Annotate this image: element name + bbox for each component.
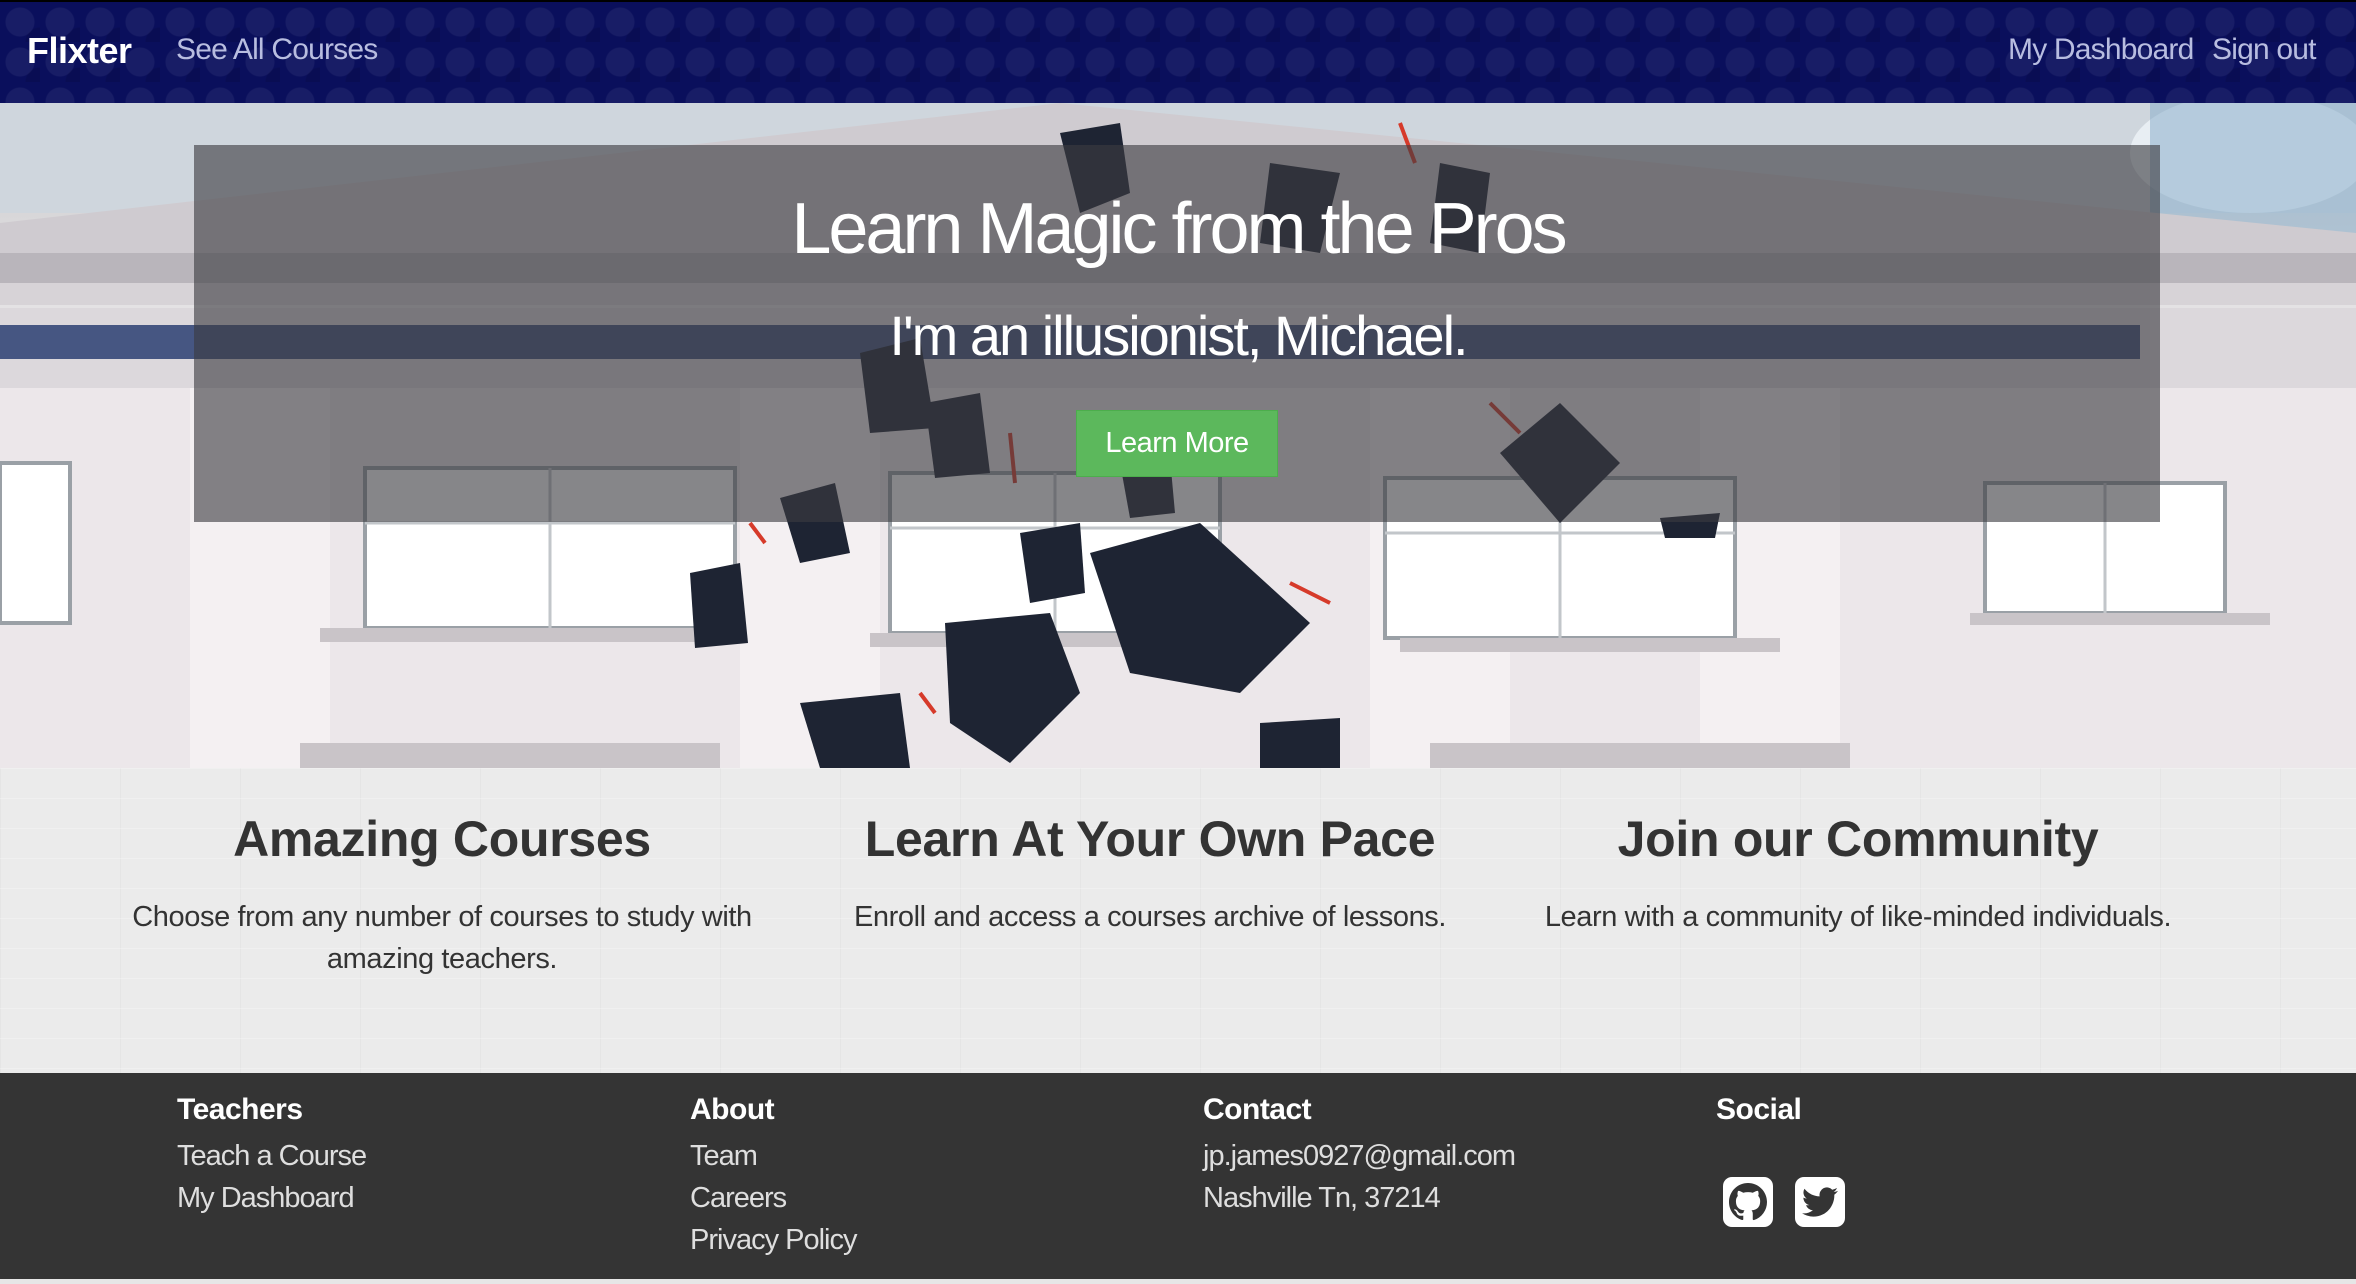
features-section: Amazing Courses Choose from any number o… <box>0 768 2356 1073</box>
feature-title: Amazing Courses <box>233 811 651 867</box>
brand-logo[interactable]: Flixter <box>27 30 132 72</box>
footer-link-careers[interactable]: Careers <box>690 1177 857 1219</box>
nav-my-dashboard[interactable]: My Dashboard <box>2008 33 2194 67</box>
feature-own-pace: Learn At Your Own Pace Enroll and access… <box>796 768 1504 938</box>
hero-title: Learn Magic from the Pros <box>791 189 1567 269</box>
feature-text: Enroll and access a courses archive of l… <box>853 901 1447 933</box>
feature-community: Join our Community Learn with a communit… <box>1504 768 2212 938</box>
feature-title: Join our Community <box>1617 811 2099 867</box>
footer-contact-address: Nashville Tn, 37214 <box>1203 1182 1441 1214</box>
footer-social-column: Social <box>1716 1093 1845 1227</box>
feature-text: Learn with a community of like-minded in… <box>1544 901 2172 933</box>
footer-link-teach-a-course[interactable]: Teach a Course <box>177 1135 367 1177</box>
github-icon[interactable] <box>1723 1177 1773 1227</box>
footer-link-team[interactable]: Team <box>690 1135 857 1177</box>
footer-heading-social: Social <box>1716 1093 1802 1126</box>
footer-about-column: About Team Careers Privacy Policy <box>690 1093 857 1261</box>
footer-link-privacy-policy[interactable]: Privacy Policy <box>690 1219 857 1261</box>
hero-section: Learn Magic from the Pros I'm an illusio… <box>0 103 2356 768</box>
footer-link-my-dashboard[interactable]: My Dashboard <box>177 1177 366 1219</box>
hero-subtitle: I'm an illusionist, Michael. <box>889 304 1468 367</box>
footer: Teachers Teach a Course My Dashboard Abo… <box>0 1073 2356 1279</box>
footer-bottom-strip <box>0 1279 2356 1284</box>
feature-title: Learn At Your Own Pace <box>864 811 1436 867</box>
learn-more-button[interactable]: Learn More <box>1076 410 1278 477</box>
social-icons <box>1723 1177 1845 1227</box>
footer-heading-teachers: Teachers <box>177 1093 303 1126</box>
footer-heading-contact: Contact <box>1203 1093 1312 1126</box>
footer-heading-about: About <box>690 1093 775 1126</box>
nav-sign-out[interactable]: Sign out <box>2212 33 2316 67</box>
twitter-icon[interactable] <box>1795 1177 1845 1227</box>
footer-teachers-column: Teachers Teach a Course My Dashboard <box>177 1093 367 1219</box>
feature-text: Choose from any number of courses to stu… <box>132 901 752 975</box>
footer-contact-column: Contact jp.james0927@gmail.com Nashville… <box>1203 1093 1516 1219</box>
footer-contact-email[interactable]: jp.james0927@gmail.com <box>1203 1135 1516 1177</box>
navbar: Flixter See All Courses My Dashboard Sig… <box>0 0 2356 103</box>
nav-see-all-courses[interactable]: See All Courses <box>176 33 378 67</box>
feature-amazing-courses: Amazing Courses Choose from any number o… <box>88 768 796 980</box>
